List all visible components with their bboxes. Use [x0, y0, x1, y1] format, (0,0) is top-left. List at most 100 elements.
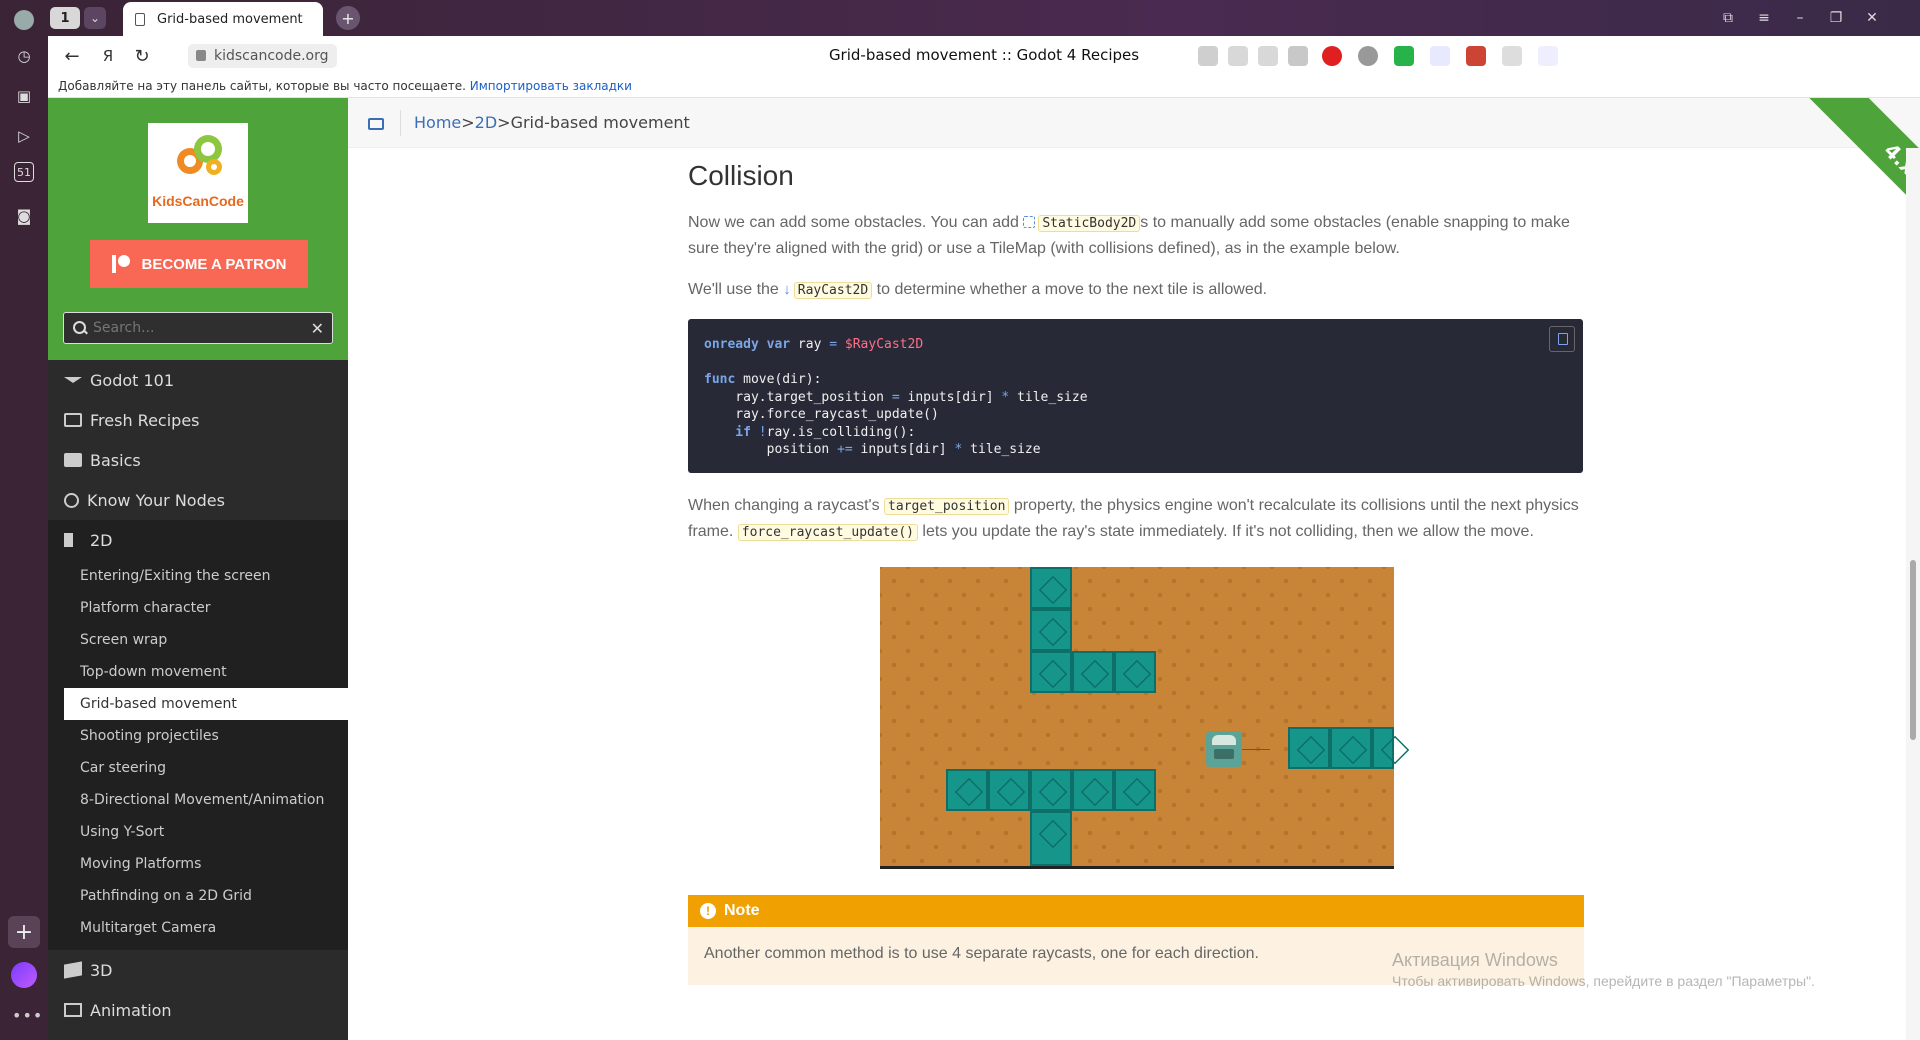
screenshot-icon[interactable]: ◙ — [10, 202, 38, 230]
downloads-icon[interactable] — [1538, 46, 1558, 66]
tab-title: Grid-based movement :: Godot 4 Recipes — [157, 11, 307, 27]
rail-badge-icon[interactable]: 51 — [14, 162, 34, 182]
menu-icon[interactable]: ≡ — [1752, 6, 1776, 30]
windows-activation-watermark: Активация Windows Чтобы активировать Win… — [1392, 950, 1815, 989]
sidebar-item-basics[interactable]: Basics — [48, 440, 348, 480]
vk-extension-icon[interactable] — [1430, 46, 1450, 66]
bookmark-icon[interactable] — [1288, 46, 1308, 66]
sidebar-subitem[interactable]: Screen wrap — [48, 624, 348, 656]
adblock-icon[interactable] — [1322, 46, 1342, 66]
clear-search-icon[interactable]: ✕ — [311, 319, 324, 338]
sidebar-subitem[interactable]: Top-down movement — [48, 656, 348, 688]
sidebar-subitem-active[interactable]: Grid-based movement — [64, 688, 348, 720]
import-bookmarks-link[interactable]: Импортировать закладки — [470, 79, 632, 93]
sidebar-item-godot-101[interactable]: Godot 101 — [48, 360, 348, 400]
version-ribbon: 4.x — [1780, 98, 1920, 238]
raycast-line — [1242, 749, 1270, 750]
docs-sidebar: KidsCanCode BECOME A PATRON ✕ Godot 101 … — [48, 98, 348, 1040]
wall-tile — [1030, 609, 1072, 651]
sidebar-subitem[interactable]: Entering/Exiting the screen — [48, 560, 348, 592]
gear-logo-icon — [177, 135, 222, 175]
sidebar-subitem[interactable]: Using Y-Sort — [48, 816, 348, 848]
sidebar-item-3d[interactable]: 3D — [48, 950, 348, 990]
sidebar-item-fresh-recipes[interactable]: Fresh Recipes — [48, 400, 348, 440]
sidebar-subitem[interactable]: Platform character — [48, 592, 348, 624]
collections-icon[interactable]: ▣ — [10, 82, 38, 110]
wall-tile — [1288, 727, 1330, 769]
alice-assistant-icon[interactable] — [11, 962, 37, 988]
sidebar-item-2d[interactable]: 2D — [48, 520, 348, 560]
patreon-icon — [111, 255, 130, 273]
sidebar-subitem[interactable]: Car steering — [48, 752, 348, 784]
maximize-button[interactable]: ❐ — [1824, 6, 1848, 30]
become-patron-button[interactable]: BECOME A PATRON — [90, 240, 308, 288]
inline-code: RayCast2D — [793, 282, 873, 299]
sidebar-subitem[interactable]: 8-Directional Movement/Animation — [48, 784, 348, 816]
scrollbar-thumb[interactable] — [1910, 560, 1916, 740]
breadcrumb-home-link[interactable]: Home — [414, 113, 461, 132]
wall-tile — [1072, 651, 1114, 693]
wall-tile — [1030, 811, 1072, 866]
breadcrumb-bar: Home>2D>Grid-based movement — [348, 98, 1920, 148]
graduation-cap-icon — [64, 377, 82, 383]
sidebar-item-animation[interactable]: Animation — [48, 990, 348, 1030]
chevron-down-icon[interactable]: ⌄ — [84, 7, 106, 29]
sidebar-subitem[interactable]: Multitarget Camera — [48, 912, 348, 950]
sidebar-subitem[interactable]: Shooting projectiles — [48, 720, 348, 752]
reader-icon[interactable] — [1228, 46, 1248, 66]
page-scrollbar[interactable] — [1906, 148, 1920, 1040]
profile-avatar-icon[interactable] — [10, 6, 38, 34]
raycast2d-node-icon: ↓ — [783, 281, 791, 298]
grid-movement-demo-image — [880, 567, 1394, 869]
active-tab[interactable]: Grid-based movement :: Godot 4 Recipes — [123, 2, 323, 36]
new-tab-button[interactable]: + — [336, 6, 360, 30]
note-header: ! Note — [688, 895, 1584, 927]
translate-icon[interactable] — [1258, 46, 1278, 66]
video-icon[interactable]: ▷ — [10, 122, 38, 150]
browser-side-rail: ◷ ▣ ▷ 51 ◙ + ••• — [0, 0, 48, 1040]
collections-panel-icon[interactable] — [1502, 46, 1522, 66]
bookmarks-bar: Добавляйте на эту панель сайты, которые … — [48, 76, 1920, 98]
add-panel-button[interactable]: + — [8, 916, 40, 948]
sidebar-subitem[interactable]: Pathfinding on a 2D Grid — [48, 880, 348, 912]
wall-tile — [1114, 651, 1156, 693]
paragraph: We'll use the ↓ RayCast2D to determine wh… — [688, 281, 1268, 299]
logo-text: KidsCanCode — [152, 193, 244, 209]
more-icon[interactable]: ••• — [12, 1006, 43, 1025]
exclamation-icon: ! — [700, 903, 716, 919]
sidebar-menu: Godot 101 Fresh Recipes Basics Know Your… — [48, 360, 348, 1030]
inline-code: target_position — [884, 498, 1010, 515]
cube-icon — [64, 961, 82, 979]
bookmarks-panel-icon[interactable]: ⧉ — [1716, 6, 1740, 30]
sidebar-item-know-your-nodes[interactable]: Know Your Nodes — [48, 480, 348, 520]
search-input[interactable] — [93, 320, 311, 336]
search-icon — [73, 321, 87, 335]
tab-counter[interactable]: 1 — [50, 7, 80, 29]
sidebar-group-2d: 2D Entering/Exiting the screen Platform … — [48, 520, 348, 950]
breadcrumb-2d-link[interactable]: 2D — [475, 113, 498, 132]
address-bar: ← Я ↻ kidscancode.org Grid-based movemen… — [48, 36, 1920, 76]
divider — [400, 110, 401, 136]
page-title: Grid-based movement :: Godot 4 Recipes — [828, 46, 1140, 64]
toc-icon[interactable] — [368, 118, 384, 130]
player-sprite — [1206, 731, 1242, 767]
code-block: onready var ray = $RayCast2D func move(d… — [688, 319, 1583, 473]
wall-tile — [1030, 567, 1072, 609]
extension-red-icon[interactable] — [1466, 46, 1486, 66]
paragraph: When changing a raycast's target_positio… — [688, 497, 1579, 541]
extensions-icon[interactable] — [1198, 46, 1218, 66]
wall-tile — [988, 769, 1030, 811]
copy-code-button[interactable] — [1549, 326, 1575, 352]
close-window-button[interactable]: ✕ — [1860, 6, 1884, 30]
shield-icon[interactable] — [1394, 46, 1414, 66]
breadcrumb-current: Grid-based movement — [510, 113, 690, 132]
kidscancode-logo[interactable]: KidsCanCode — [148, 123, 248, 223]
wall-tile — [1072, 769, 1114, 811]
globe-icon[interactable] — [1358, 46, 1378, 66]
search-box: ✕ — [63, 312, 333, 344]
wall-tile — [1114, 769, 1156, 811]
sidebar-subitem[interactable]: Moving Platforms — [48, 848, 348, 880]
minimize-button[interactable]: – — [1788, 6, 1812, 30]
wall-tile — [1030, 769, 1072, 811]
history-icon[interactable]: ◷ — [10, 42, 38, 70]
